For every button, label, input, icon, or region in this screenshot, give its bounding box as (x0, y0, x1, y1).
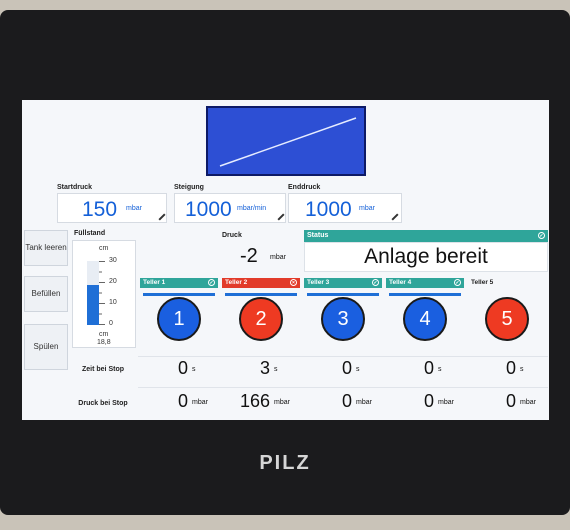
stop-time-value: 0 (177, 358, 188, 378)
tick-0: 0 (109, 320, 113, 327)
plate-label: Teller 1 (143, 279, 166, 286)
edit-pencil-icon (277, 213, 285, 221)
hmi-screen: Startdruck 150 mbar Steigung 1000 mbar/m… (22, 100, 549, 420)
plate-bar (225, 293, 297, 296)
ramp-graph (206, 106, 366, 176)
stop-time-unit: s (192, 366, 196, 373)
fuellstand-unit-top: cm (99, 245, 109, 252)
tick-10: 10 (109, 299, 117, 306)
check-icon: ✓ (208, 279, 215, 286)
fuellstand-label: Füllstand (74, 230, 106, 237)
plate-button-3[interactable]: 3 (321, 297, 365, 341)
fuellstand-value-unit: cm (99, 331, 109, 338)
pressure-row-label: Druck bei Stop (78, 400, 128, 407)
start-unit: mbar (126, 205, 142, 212)
end-label: Enddruck (288, 184, 321, 191)
end-value: 1000 (305, 198, 352, 221)
stop-time-unit: s (520, 366, 524, 373)
plate-header-3: Teller 3 ✓ (304, 278, 382, 288)
stop-pressure-unit: mbar (356, 399, 372, 406)
level-fill (87, 284, 99, 325)
stop-time-value: 3 (259, 358, 270, 378)
plate-button-2[interactable]: 2 (239, 297, 283, 341)
divider (138, 356, 548, 357)
stop-pressure-value: 0 (341, 391, 352, 411)
rinse-button[interactable]: Spülen (24, 324, 68, 370)
brand-logo: PILZ (259, 452, 311, 474)
plate-header-5: Teller 5 (468, 278, 546, 288)
status-header: Status ✓ (304, 230, 548, 242)
check-icon: ✓ (538, 232, 545, 239)
fill-button[interactable]: Befüllen (24, 276, 68, 312)
stop-time-unit: s (274, 366, 278, 373)
plate-button-1[interactable]: 1 (157, 297, 201, 341)
time-row-label: Zeit bei Stop (82, 366, 124, 373)
plate-label: Teller 2 (225, 279, 248, 286)
plate-header-4: Teller 4 ✓ (386, 278, 464, 288)
plate-bar (389, 293, 461, 296)
tick-20: 20 (109, 278, 117, 285)
stop-time-value: 0 (423, 358, 434, 378)
fuellstand-gauge: cm 30 20 10 0 cm 18,8 (72, 240, 136, 348)
stop-time-value: 0 (505, 358, 516, 378)
status-text: Anlage bereit (304, 242, 548, 272)
stop-time-unit: s (356, 366, 360, 373)
check-icon: ✓ (372, 279, 379, 286)
start-value: 150 (82, 198, 118, 221)
stop-pressure-unit: mbar (520, 399, 536, 406)
end-unit: mbar (359, 205, 375, 212)
plate-header-2: Teller 2 × (222, 278, 300, 288)
druck-label: Druck (222, 232, 242, 239)
slope-unit: mbar/min (237, 205, 267, 212)
plate-bar (143, 293, 215, 296)
divider (138, 387, 548, 388)
plate-label: Teller 5 (471, 279, 494, 286)
stop-pressure-value: 0 (423, 391, 434, 411)
stop-pressure-unit: mbar (274, 399, 290, 406)
druck-value: -2 (240, 245, 258, 267)
plate-label: Teller 4 (389, 279, 412, 286)
start-label: Startdruck (57, 184, 93, 191)
tick-30: 30 (109, 257, 117, 264)
stop-pressure-value: 166 (239, 391, 270, 411)
stop-time-unit: s (438, 366, 442, 373)
stop-pressure-value: 0 (505, 391, 516, 411)
edit-pencil-icon (391, 213, 399, 221)
start-field[interactable]: 150 mbar (57, 193, 167, 223)
plate-label: Teller 3 (307, 279, 330, 286)
error-icon: × (290, 279, 297, 286)
plate-header-1: Teller 1 ✓ (140, 278, 218, 288)
stop-pressure-unit: mbar (438, 399, 454, 406)
plate-bar (307, 293, 379, 296)
plate-button-4[interactable]: 4 (403, 297, 447, 341)
slope-field[interactable]: 1000 mbar/min (174, 193, 286, 223)
stop-time-value: 0 (341, 358, 352, 378)
level-track (87, 261, 99, 325)
status-label: Status (307, 232, 329, 239)
stop-pressure-unit: mbar (192, 399, 208, 406)
end-field[interactable]: 1000 mbar (288, 193, 402, 223)
level-scale (99, 261, 107, 325)
druck-unit: mbar (270, 254, 286, 261)
check-icon: ✓ (454, 279, 461, 286)
stop-pressure-value: 0 (177, 391, 188, 411)
tank-empty-button[interactable]: Tank leeren (24, 230, 68, 266)
slope-value: 1000 (185, 198, 232, 221)
edit-pencil-icon (158, 213, 166, 221)
ramp-line (219, 117, 357, 167)
slope-label: Steigung (174, 184, 204, 191)
plate-button-5[interactable]: 5 (485, 297, 529, 341)
fuellstand-value: 18,8 (97, 339, 111, 346)
